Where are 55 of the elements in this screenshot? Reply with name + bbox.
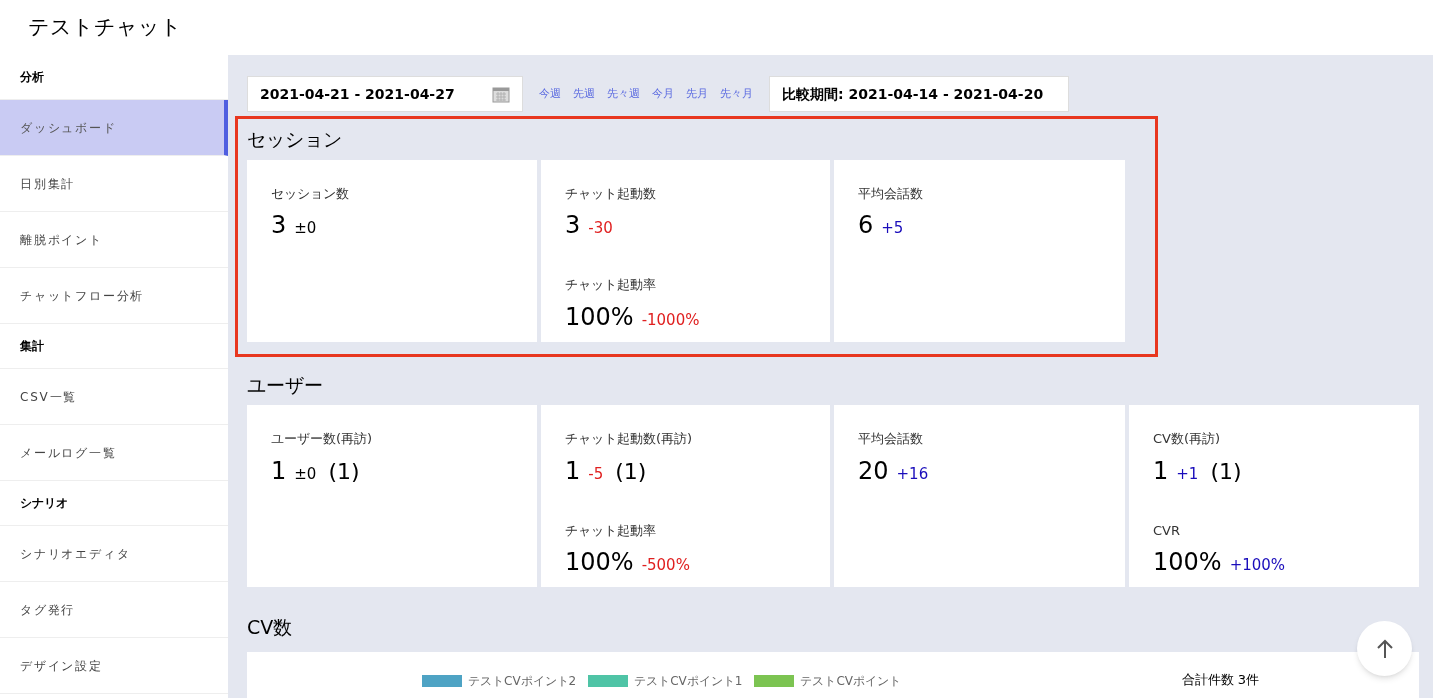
metric-label: 平均会話数 — [858, 184, 923, 203]
revisit-count: (1) — [1210, 457, 1242, 486]
metric-delta: -30 — [588, 218, 613, 239]
section-title: ユーザー — [247, 372, 323, 398]
metric-delta: +100% — [1229, 555, 1286, 576]
section-title: CV数 — [247, 615, 293, 640]
date-preset-link[interactable]: 先週 — [573, 85, 595, 103]
metric-value: 6 — [858, 210, 874, 241]
metric-delta: +16 — [896, 463, 929, 485]
metric-label: チャット起動率 — [565, 276, 656, 294]
metric-delta: -5 — [588, 463, 604, 485]
sidebar-item[interactable]: ダッシュボード — [0, 100, 228, 156]
sidebar-section-label: 分析 — [20, 69, 44, 86]
arrow-up-icon — [1375, 638, 1394, 659]
metric-value: 3 — [565, 210, 581, 241]
metric-delta: ±0 — [294, 218, 317, 239]
metric-delta: -1000% — [641, 309, 700, 331]
date-range-field[interactable]: 2021-04-21 - 2021-04-27 — [247, 76, 523, 112]
date-preset-link[interactable]: 先月 — [686, 85, 708, 103]
metric-delta: +5 — [881, 218, 904, 239]
total-count: 合計件数 3件 — [1181, 670, 1259, 689]
legend-label: テストCVポイント2 — [468, 672, 577, 690]
metric-value: 100% — [1153, 547, 1222, 578]
sidebar-section-label: シナリオ — [20, 495, 68, 512]
app-title: テストチャット — [28, 13, 182, 41]
metric-delta: +1 — [1176, 463, 1199, 485]
compare-period-field[interactable]: 比較期間: 2021-04-14 - 2021-04-20 — [769, 76, 1069, 112]
date-preset-link[interactable]: 先々月 — [720, 85, 753, 103]
section-title: セッション — [247, 127, 342, 152]
metric-label: ユーザー数(再訪) — [271, 430, 373, 448]
legend-label: テストCVポイント — [800, 672, 902, 690]
metric-value: 20 — [858, 455, 889, 487]
metric-label: CVR — [1153, 521, 1180, 540]
metric-value: 3 — [271, 210, 287, 241]
date-preset-link[interactable]: 今月 — [652, 85, 674, 103]
revisit-count: (1) — [615, 457, 647, 486]
metric-label: CV数(再訪) — [1153, 430, 1221, 448]
sidebar-section-label: 集計 — [20, 338, 44, 355]
date-preset-link[interactable]: 先々週 — [607, 85, 640, 103]
metric-label: チャット起動数 — [565, 184, 656, 203]
metric-value: 100% — [565, 301, 634, 333]
metric-delta: ±0 — [294, 463, 317, 485]
metric-label: 平均会話数 — [858, 430, 923, 448]
metric-value: 100% — [565, 547, 634, 578]
metric-label: チャット起動率 — [565, 521, 656, 540]
metric-value: 1 — [271, 455, 287, 487]
metric-label: セッション数 — [271, 184, 349, 203]
metric-delta: -500% — [641, 555, 690, 576]
metric-value: 1 — [1153, 455, 1169, 487]
calendar-icon — [492, 85, 510, 103]
date-preset-link[interactable]: 今週 — [539, 85, 561, 103]
legend-label: テストCVポイント1 — [634, 672, 743, 690]
revisit-count: (1) — [328, 457, 360, 486]
metric-label: チャット起動数(再訪) — [565, 430, 693, 448]
metric-value: 1 — [565, 455, 581, 487]
